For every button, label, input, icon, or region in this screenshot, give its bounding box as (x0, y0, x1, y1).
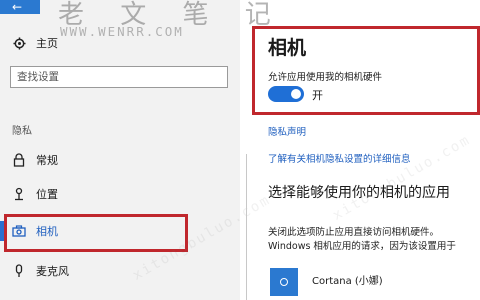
privacy-statement-link[interactable]: 隐私声明 (268, 124, 306, 138)
learn-more-link[interactable]: 了解有关相机隐私设置的详细信息 (268, 151, 411, 165)
search-box[interactable] (10, 66, 228, 88)
watermark-diagonal-2: xitongbuluo.com (330, 131, 474, 224)
sidebar-item-label: 位置 (36, 188, 58, 201)
gear-icon (12, 36, 26, 50)
back-arrow-icon: ← (12, 0, 23, 14)
nav-home-label: 主页 (36, 37, 58, 50)
sidebar-item-label: 常规 (36, 154, 58, 167)
microphone-icon (12, 264, 26, 278)
highlight-box-main (252, 26, 480, 115)
watermark-url: WWW.WENRR.COM (60, 24, 184, 39)
divider (246, 154, 247, 300)
highlight-box-sidebar (4, 214, 188, 252)
description-line-1: 关闭此选项防止应用直接访问相机硬件。 (268, 227, 440, 238)
app-access-heading: 选择能够使用你的相机的应用 (268, 185, 450, 201)
search-input[interactable] (17, 71, 177, 83)
nav-home[interactable]: 主页 (12, 34, 58, 52)
section-title-privacy: 隐私 (12, 126, 32, 137)
app-name-cortana: Cortana (小娜) (312, 276, 383, 287)
sidebar-item-microphone[interactable]: 麦克风 (12, 262, 69, 280)
lock-icon (12, 153, 26, 167)
sidebar-item-location[interactable]: 位置 (12, 185, 58, 203)
sidebar-item-label: 麦克风 (36, 265, 69, 278)
sidebar-item-general[interactable]: 常规 (12, 151, 58, 169)
location-icon (12, 187, 26, 201)
description-line-2: Windows 相机应用的请求，因为该设置用于 (268, 241, 456, 252)
cortana-app-icon (270, 268, 298, 296)
